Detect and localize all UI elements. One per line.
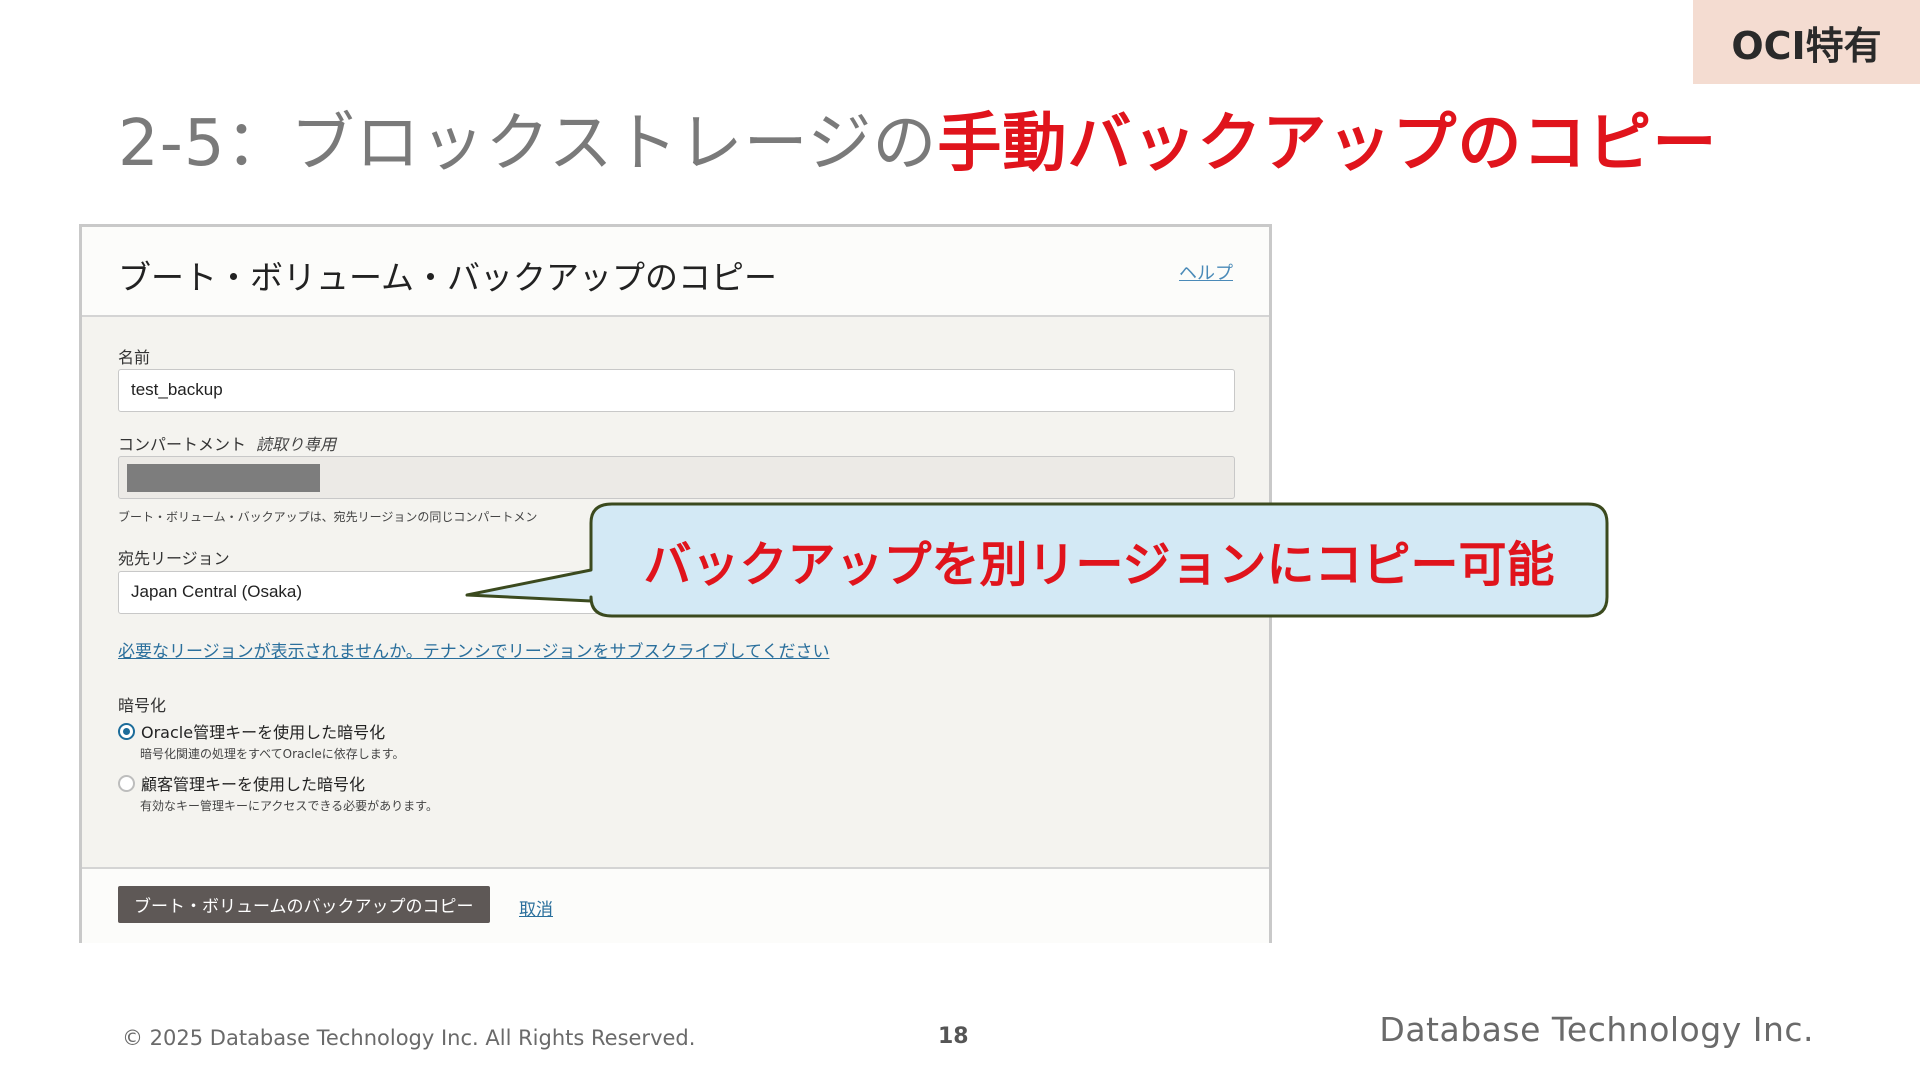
slide-title-prefix: 2-5：ブロックストレージの xyxy=(118,107,938,181)
name-label: 名前 xyxy=(118,348,151,367)
slide-title: 2-5：ブロックストレージの手動バックアップのコピー xyxy=(118,92,1717,184)
readonly-note: 読取り専用 xyxy=(256,435,337,454)
radio-customer-label: 顧客管理キーを使用した暗号化 xyxy=(141,775,366,794)
radio-oracle-desc: 暗号化関連の処理をすべてOracleに依存します。 xyxy=(140,747,405,761)
radio-button-checked[interactable] xyxy=(118,722,135,740)
radio-button-unchecked[interactable] xyxy=(118,774,135,792)
callout-text: バックアップを別リージョンにコピー可能 xyxy=(643,537,1555,593)
oci-specific-tag: OCI特有 xyxy=(1693,0,1920,84)
name-input[interactable]: test_backup xyxy=(118,369,1235,412)
encryption-label: 暗号化 xyxy=(118,696,167,715)
dialog-footer: ブート・ボリュームのバックアップのコピー 取消 xyxy=(82,867,1269,943)
radio-customer-desc: 有効なキー管理キーにアクセスできる必要があります。 xyxy=(140,799,438,813)
region-label: 宛先リージョン xyxy=(118,549,230,568)
dialog-header: ブート・ボリューム・バックアップのコピー ヘルプ xyxy=(82,227,1269,317)
masked-compartment-value xyxy=(127,464,320,492)
slide-title-highlight: 手動バックアップのコピー xyxy=(937,107,1718,181)
page-number: 18 xyxy=(938,1024,969,1049)
compartment-label-text: コンパートメント xyxy=(118,435,247,454)
help-link[interactable]: ヘルプ xyxy=(1179,259,1233,285)
copy-backup-button[interactable]: ブート・ボリュームのバックアップのコピー xyxy=(118,886,490,923)
radio-customer-managed[interactable]: 顧客管理キーを使用した暗号化 xyxy=(118,771,365,795)
compartment-label: コンパートメント 読取り専用 xyxy=(118,431,336,455)
cancel-link[interactable]: 取消 xyxy=(519,895,553,920)
subscribe-region-link[interactable]: 必要なリージョンが表示されませんか。テナンシでリージョンをサブスクライブしてくだ… xyxy=(118,637,829,662)
copyright: © 2025 Database Technology Inc. All Righ… xyxy=(122,1026,696,1050)
radio-oracle-label: Oracle管理キーを使用した暗号化 xyxy=(141,723,386,742)
compartment-field xyxy=(118,456,1235,499)
compartment-hint: ブート・ボリューム・バックアップは、宛先リージョンの同じコンパートメン xyxy=(118,510,538,524)
dialog-title: ブート・ボリューム・バックアップのコピー xyxy=(118,258,778,297)
company-logo-text: Database Technology Inc. xyxy=(1379,1010,1814,1049)
radio-oracle-managed[interactable]: Oracle管理キーを使用した暗号化 xyxy=(118,719,385,743)
